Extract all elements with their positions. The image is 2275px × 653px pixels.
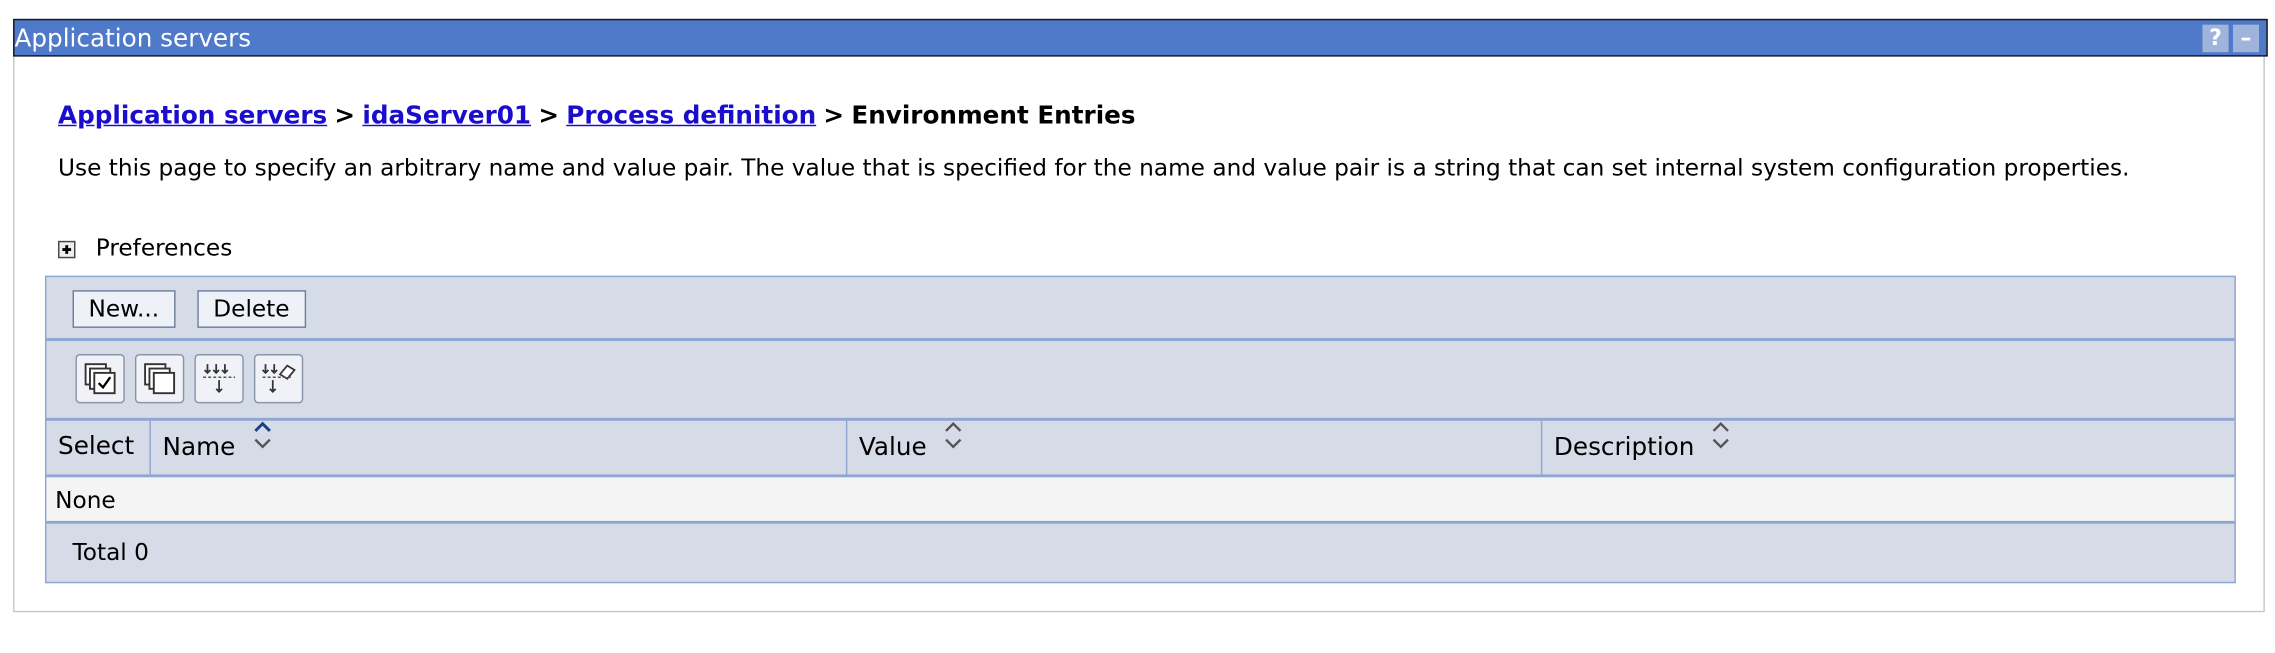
portlet: Application servers ? – Application serv… [13,18,2268,613]
breadcrumb-link-process-definition[interactable]: Process definition [566,102,816,131]
button-bar: New... Delete [46,277,2235,341]
breadcrumb-link-application-servers[interactable]: Application servers [58,102,327,131]
sort-icon[interactable] [943,418,963,472]
breadcrumb: Application servers > idaServer01 > Process … [58,102,1136,131]
window-title: Application servers [14,24,252,54]
table-header: Select Name Value Description [46,418,2235,478]
page: Application servers ? – Application serv… [0,0,2275,653]
clear-filter-icon[interactable] [253,354,304,404]
help-icon[interactable]: ? [2202,24,2229,53]
breadcrumb-link-server[interactable]: idaServer01 [362,102,531,131]
column-label: Select [58,432,135,462]
column-header-description[interactable]: Description [1542,421,2234,475]
sort-ascending-icon[interactable] [252,418,272,472]
page-description: Use this page to specify an arbitrary na… [58,153,2130,182]
column-header-select: Select [46,420,151,475]
column-label: Value [858,433,927,463]
collection-table: New... Delete Select Name Value Descript… [44,275,2236,584]
show-filter-icon[interactable] [194,354,244,404]
breadcrumb-separator: > [334,101,356,131]
total-count: Total 0 [72,538,149,566]
column-header-name[interactable]: Name [151,418,848,475]
delete-button[interactable]: Delete [197,290,306,328]
sort-icon[interactable] [1711,418,1731,472]
breadcrumb-separator: > [823,101,845,131]
column-header-value[interactable]: Value [847,418,1543,475]
column-label: Description [1553,433,1695,463]
breadcrumb-separator: > [538,101,560,131]
expand-plus-icon[interactable] [58,240,76,259]
title-bar: Application servers ? – [13,18,2268,57]
preferences-label: Preferences [95,233,233,262]
select-all-icon[interactable] [75,354,125,404]
deselect-all-icon[interactable] [134,354,185,404]
breadcrumb-current: Environment Entries [851,101,1136,131]
icon-toolbar [46,341,2235,421]
column-label: Name [162,433,236,463]
preferences-toggle[interactable]: Preferences [58,233,233,262]
new-button[interactable]: New... [72,290,176,328]
minimize-icon[interactable]: – [2232,24,2260,53]
empty-row: None [46,477,2235,524]
